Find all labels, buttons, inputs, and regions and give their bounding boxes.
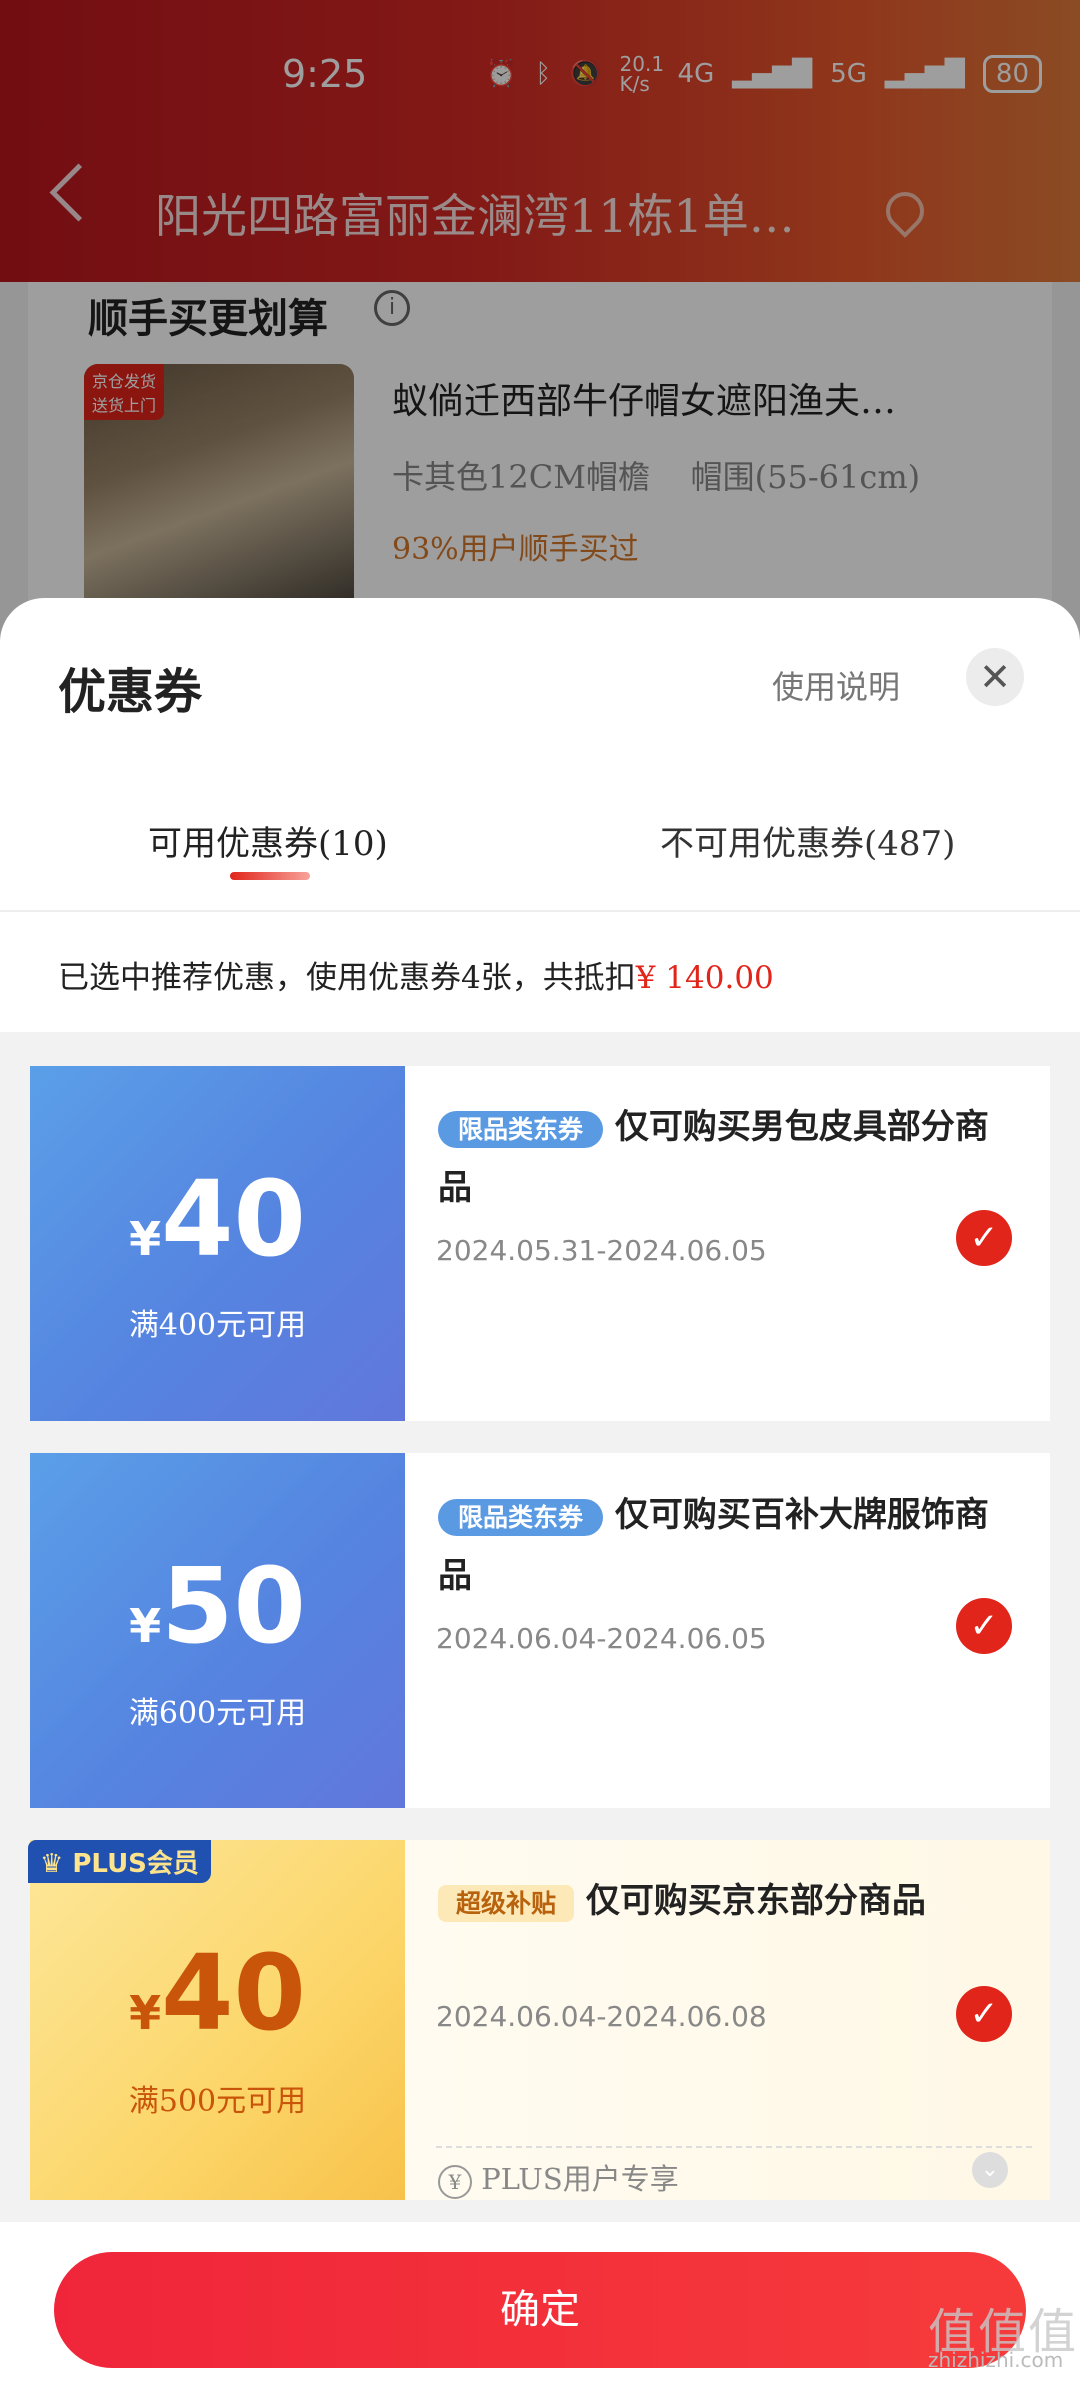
coupon-title: 限品类东券 仅可购买男包皮具部分商品 bbox=[438, 1098, 998, 1217]
coupon-date: 2024.05.31-2024.06.05 bbox=[436, 1234, 767, 1267]
coupon-value: 40 bbox=[161, 1932, 306, 2054]
coupon-condition: 满400元可用 bbox=[128, 1308, 307, 1343]
currency-symbol: ¥ bbox=[129, 1986, 162, 2040]
confirm-button[interactable]: 确定 bbox=[54, 2252, 1026, 2368]
plus-member-badge: ♛ PLUS会员 bbox=[28, 1840, 211, 1883]
tab-available[interactable]: 可用优惠券(10) bbox=[148, 816, 388, 865]
plus-note-text: PLUS用户专享 bbox=[481, 2162, 679, 2196]
summary-text: 已选中推荐优惠，使用优惠券4张，共抵扣 bbox=[58, 960, 636, 996]
summary-amount: ¥ 140.00 bbox=[635, 960, 774, 996]
dim-overlay[interactable] bbox=[0, 0, 1080, 640]
check-icon[interactable]: ✓ bbox=[956, 1986, 1012, 2042]
plus-badge-label: PLUS会员 bbox=[72, 1849, 199, 1879]
watermark-site: zhizhizhi.com bbox=[928, 2348, 1064, 2372]
coupon-date: 2024.06.04-2024.06.05 bbox=[436, 1622, 767, 1655]
check-icon[interactable]: ✓ bbox=[956, 1598, 1012, 1654]
coupon-title-text: 仅可购买京东部分商品 bbox=[585, 1881, 926, 1921]
chevron-down-icon[interactable]: ⌄ bbox=[972, 2152, 1008, 2188]
coupon-tag: 限品类东券 bbox=[438, 1111, 604, 1148]
divider bbox=[0, 910, 1080, 912]
coupon-tag: 超级补贴 bbox=[438, 1885, 575, 1922]
coupon-amount: ¥40 bbox=[30, 1932, 405, 2054]
discount-summary: 已选中推荐优惠，使用优惠券4张，共抵扣¥ 140.00 bbox=[58, 952, 774, 997]
check-icon[interactable]: ✓ bbox=[956, 1210, 1012, 1266]
usage-help-link[interactable]: 使用说明 bbox=[772, 662, 900, 708]
coupon-value: 50 bbox=[161, 1545, 306, 1667]
currency-symbol: ¥ bbox=[129, 1212, 162, 1266]
coupon-title: 超级补贴 仅可购买京东部分商品 bbox=[438, 1872, 998, 1933]
coupon-amount: ¥40 bbox=[30, 1158, 405, 1280]
coupon-date: 2024.06.04-2024.06.08 bbox=[436, 2000, 767, 2033]
coupon-title: 限品类东券 仅可购买百补大牌服饰商品 bbox=[438, 1486, 998, 1605]
coupon-tag: 限品类东券 bbox=[438, 1499, 604, 1536]
close-button[interactable]: ✕ bbox=[966, 648, 1024, 706]
plus-note: ¥ PLUS用户专享 bbox=[438, 2156, 679, 2199]
sheet-title: 优惠券 bbox=[58, 664, 203, 720]
tab-indicator bbox=[230, 872, 310, 880]
coupon-amount: ¥50 bbox=[30, 1545, 405, 1667]
tab-unavailable[interactable]: 不可用优惠券(487) bbox=[660, 816, 955, 865]
yen-circle-icon: ¥ bbox=[438, 2165, 472, 2199]
currency-symbol: ¥ bbox=[129, 1599, 162, 1653]
coupon-condition: 满500元可用 bbox=[128, 2084, 307, 2119]
coupon-condition: 满600元可用 bbox=[128, 1696, 307, 1731]
coupon-value: 40 bbox=[161, 1158, 306, 1280]
